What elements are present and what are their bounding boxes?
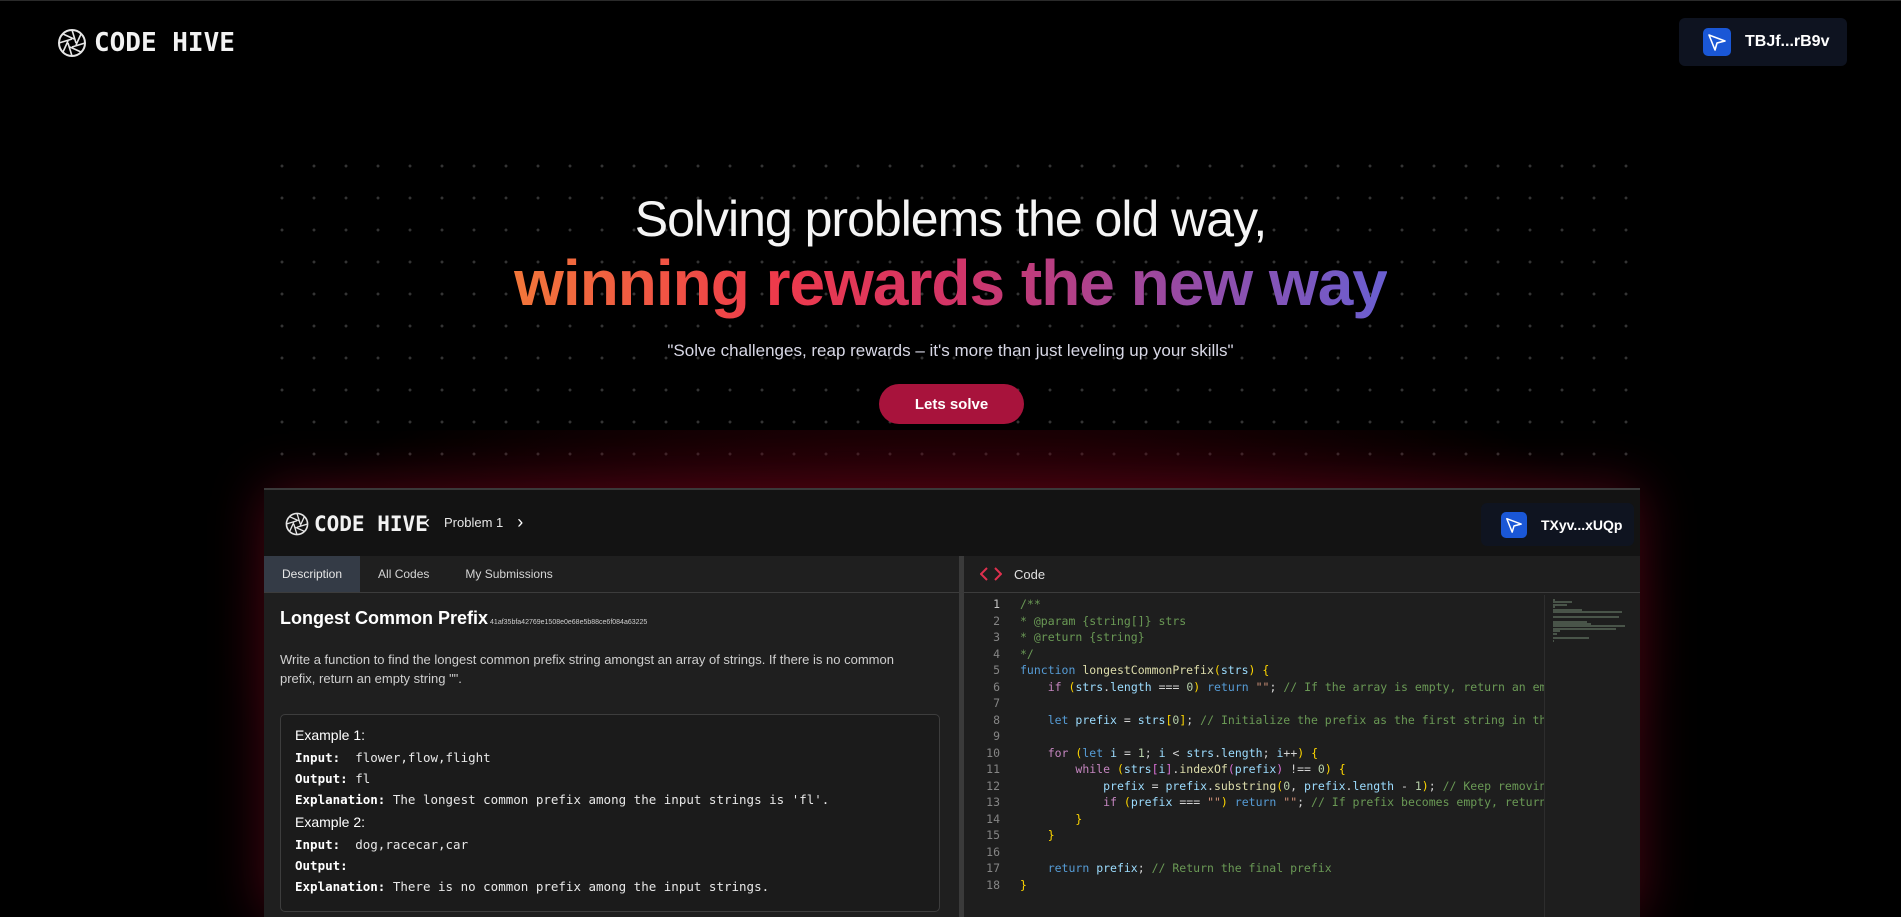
code-line[interactable]: 4 */: [964, 646, 1544, 663]
app-wallet-address: TXyv...xUQp: [1541, 516, 1623, 533]
aperture-logo-icon: [285, 512, 309, 536]
code-line[interactable]: 15 }: [964, 827, 1544, 844]
example-heading: Example 2:: [295, 814, 366, 830]
line-number: 16: [986, 844, 1000, 859]
code-minimap[interactable]: [1544, 595, 1634, 917]
minimap-line: [1553, 639, 1554, 642]
code-line[interactable]: 5 function longestCommonPrefix(strs) {: [964, 662, 1544, 679]
code-line[interactable]: 3 * @return {string}: [964, 629, 1544, 646]
code-line[interactable]: 9: [964, 728, 1544, 745]
chevron-left-icon[interactable]: ‹: [424, 513, 430, 531]
code-line[interactable]: 16: [964, 844, 1544, 861]
minimap-line: [1553, 627, 1617, 630]
problem-label: Problem 1: [444, 514, 504, 530]
line-number: 18: [986, 877, 1000, 892]
line-number: 1: [993, 597, 1000, 611]
problem-title: Longest Common Prefix: [280, 608, 489, 628]
code-tab-label[interactable]: Code: [1014, 567, 1045, 582]
problem-pane: Description All Codes My Submissions Lon…: [264, 556, 959, 917]
aperture-logo-icon: [58, 29, 86, 57]
code-line[interactable]: 12 prefix = prefix.substring(0, prefix.l…: [964, 778, 1544, 795]
chevron-right-icon[interactable]: ›: [517, 513, 523, 531]
code-line[interactable]: 10 for (let i = 1; i < strs.length; i++)…: [964, 745, 1544, 762]
app-preview: CODE HIVE ‹ Problem 1 › TXyv...xUQp Desc…: [264, 488, 1640, 917]
paper-plane-icon: [1501, 511, 1527, 538]
example-explanation: Explanation: The longest common prefix a…: [295, 792, 830, 807]
app-brand-name: CODE HIVE: [314, 512, 428, 536]
paper-plane-icon: [1703, 28, 1731, 56]
app-header: CODE HIVE ‹ Problem 1 › TXyv...xUQp: [264, 490, 1640, 556]
line-number: 15: [986, 828, 1000, 842]
code-tab-header: Code: [964, 556, 1640, 593]
examples-box: Example 1: Input: flower,flow,flight Out…: [280, 714, 940, 912]
code-line[interactable]: 2 * @param {string[]} strs: [964, 613, 1544, 630]
minimap-line: [1553, 603, 1568, 606]
tab-description[interactable]: Description: [264, 556, 361, 592]
line-number: 11: [986, 762, 1000, 776]
line-number: 17: [986, 861, 1000, 875]
line-number: 3: [993, 630, 1000, 644]
hero-headline-line1: Solving problems the old way,: [634, 191, 1268, 247]
example-explanation: Explanation: There is no common prefix a…: [295, 879, 770, 894]
line-number: 13: [986, 795, 1000, 809]
example-heading: Example 1:: [295, 727, 366, 743]
code-line[interactable]: 1/**: [964, 596, 1544, 613]
app-brand-logo[interactable]: CODE HIVE: [284, 511, 428, 537]
brand-name: CODE HIVE: [94, 28, 235, 58]
problem-hash: 41af35bfa42769e1508e0e68e5b88ce6f084a632…: [490, 619, 648, 626]
wallet-address: TBJf...rB9v: [1745, 33, 1830, 50]
lets-solve-button[interactable]: Lets solve: [879, 384, 1024, 424]
code-line[interactable]: 7: [964, 695, 1544, 712]
code-line[interactable]: 17 return prefix; // Return the final pr…: [964, 860, 1544, 877]
line-number: 10: [986, 745, 1000, 760]
line-number: 4: [993, 646, 1000, 661]
problem-description: Write a function to find the longest com…: [280, 652, 894, 686]
line-number: 8: [993, 712, 1000, 727]
example-output: Output:: [295, 858, 348, 873]
code-brackets-icon: [980, 567, 1002, 581]
problem-title-row: Longest Common Prefix 41af35bfa42769e150…: [280, 608, 647, 629]
problem-tabs: Description All Codes My Submissions: [264, 556, 959, 593]
example-input: Input: flower,flow,flight: [295, 750, 491, 765]
line-number: 12: [986, 778, 1000, 793]
code-line[interactable]: 8 let prefix = strs[0]; // Initialize th…: [964, 712, 1544, 729]
tab-my-submissions[interactable]: My Submissions: [447, 556, 570, 592]
wallet-button[interactable]: TBJf...rB9v: [1679, 18, 1847, 66]
code-editor-pane: Code 1/** 2 * @param {string[]} strs 3 * @re…: [964, 556, 1640, 917]
code-line[interactable]: 11 while (strs[i].indexOf(prefix) !== 0)…: [964, 761, 1544, 778]
minimap-line: [1553, 632, 1557, 635]
line-number: 5: [993, 663, 1000, 677]
line-number: 7: [993, 696, 1000, 710]
hero-subtitle: "Solve challenges, reap rewards – it's m…: [667, 341, 1234, 360]
code-line[interactable]: 14 }: [964, 811, 1544, 828]
hero-headline-line2: winning rewards the new way: [0, 246, 1901, 320]
app-wallet-button[interactable]: TXyv...xUQp: [1481, 503, 1634, 546]
brand-logo[interactable]: CODE HIVE: [56, 27, 235, 59]
minimap-line: [1553, 615, 1620, 618]
minimap-line: [1553, 611, 1622, 613]
line-number: 2: [993, 613, 1000, 628]
minimap-line: [1553, 637, 1589, 640]
code-line[interactable]: 6 if (strs.length === 0) return ""; // I…: [964, 679, 1544, 696]
hero-gradient-text: winning rewards the new way: [514, 247, 1388, 319]
top-navbar: CODE HIVE TBJf...rB9v: [0, 0, 1901, 84]
example-output: Output: fl: [295, 771, 371, 786]
tab-all-codes[interactable]: All Codes: [360, 556, 447, 592]
code-line[interactable]: 13 if (prefix === "") return ""; // If p…: [964, 794, 1544, 811]
code-line[interactable]: 18}: [964, 877, 1544, 894]
line-number: 14: [986, 811, 1000, 826]
example-input: Input: dog,racecar,car: [295, 837, 469, 852]
line-number: 6: [993, 679, 1000, 694]
problem-navigator: ‹ Problem 1 ›: [424, 513, 523, 531]
code-editor[interactable]: 1/** 2 * @param {string[]} strs 3 * @return …: [964, 595, 1640, 917]
line-number: 9: [993, 729, 1000, 743]
